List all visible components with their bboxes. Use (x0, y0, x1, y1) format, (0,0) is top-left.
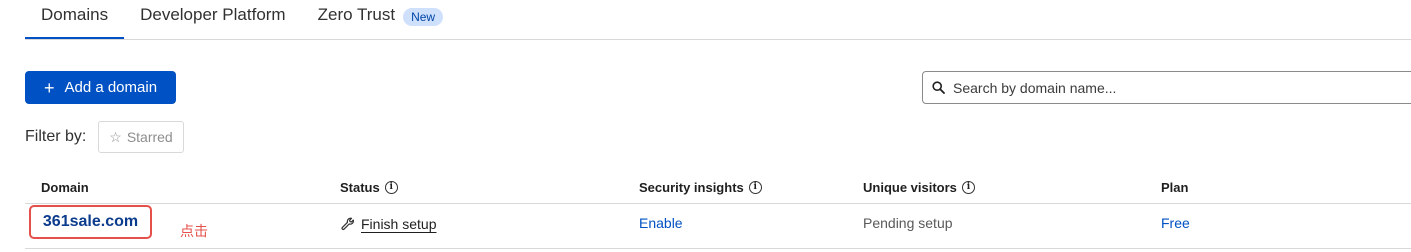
column-header-domain[interactable]: Domain (41, 180, 89, 195)
top-tabs: Domains Developer Platform Zero Trust Ne… (25, 0, 1411, 40)
starred-label: Starred (126, 129, 173, 145)
tab-developer-platform[interactable]: Developer Platform (124, 0, 302, 38)
tab-zero-trust-label: Zero Trust (317, 5, 396, 24)
domains-page: Domains Developer Platform Zero Trust Ne… (0, 0, 1411, 252)
column-header-security-insights[interactable]: Security insights i (639, 180, 762, 195)
filter-label: Filter by: (25, 128, 87, 145)
tab-developer-platform-label: Developer Platform (140, 5, 286, 24)
column-header-plan[interactable]: Plan (1161, 180, 1188, 195)
unique-visitors-value: Pending setup (863, 215, 953, 231)
tab-domains-label: Domains (41, 5, 109, 24)
search-input[interactable] (951, 78, 1375, 97)
column-header-unique-visitors[interactable]: Unique visitors i (863, 180, 975, 195)
add-domain-label: Add a domain (64, 79, 158, 96)
enable-security-insights-link[interactable]: Enable (639, 215, 683, 231)
finish-setup-link[interactable]: Finish setup (361, 216, 436, 232)
add-domain-button[interactable]: + Add a domain (25, 71, 176, 104)
star-icon: ☆ (109, 128, 122, 145)
tab-zero-trust[interactable]: Zero Trust New (302, 0, 459, 38)
info-icon[interactable]: i (748, 181, 762, 194)
wrench-icon (341, 217, 354, 231)
column-header-status[interactable]: Status i (340, 180, 398, 195)
search-box[interactable] (922, 71, 1411, 104)
table-row-divider (25, 248, 1411, 249)
table-header-divider (25, 203, 1411, 204)
starred-filter-button[interactable]: ☆ Starred (98, 121, 184, 153)
domain-link[interactable]: 361sale.com (29, 205, 152, 239)
tab-domains[interactable]: Domains (25, 0, 125, 39)
search-icon (932, 81, 945, 94)
plus-icon: + (43, 77, 55, 98)
status-cell[interactable]: Finish setup (341, 216, 436, 232)
info-icon[interactable]: i (961, 181, 975, 194)
new-badge: New (403, 8, 444, 26)
click-annotation: 点击 (180, 224, 208, 240)
info-icon[interactable]: i (384, 181, 398, 194)
plan-link[interactable]: Free (1161, 215, 1190, 231)
